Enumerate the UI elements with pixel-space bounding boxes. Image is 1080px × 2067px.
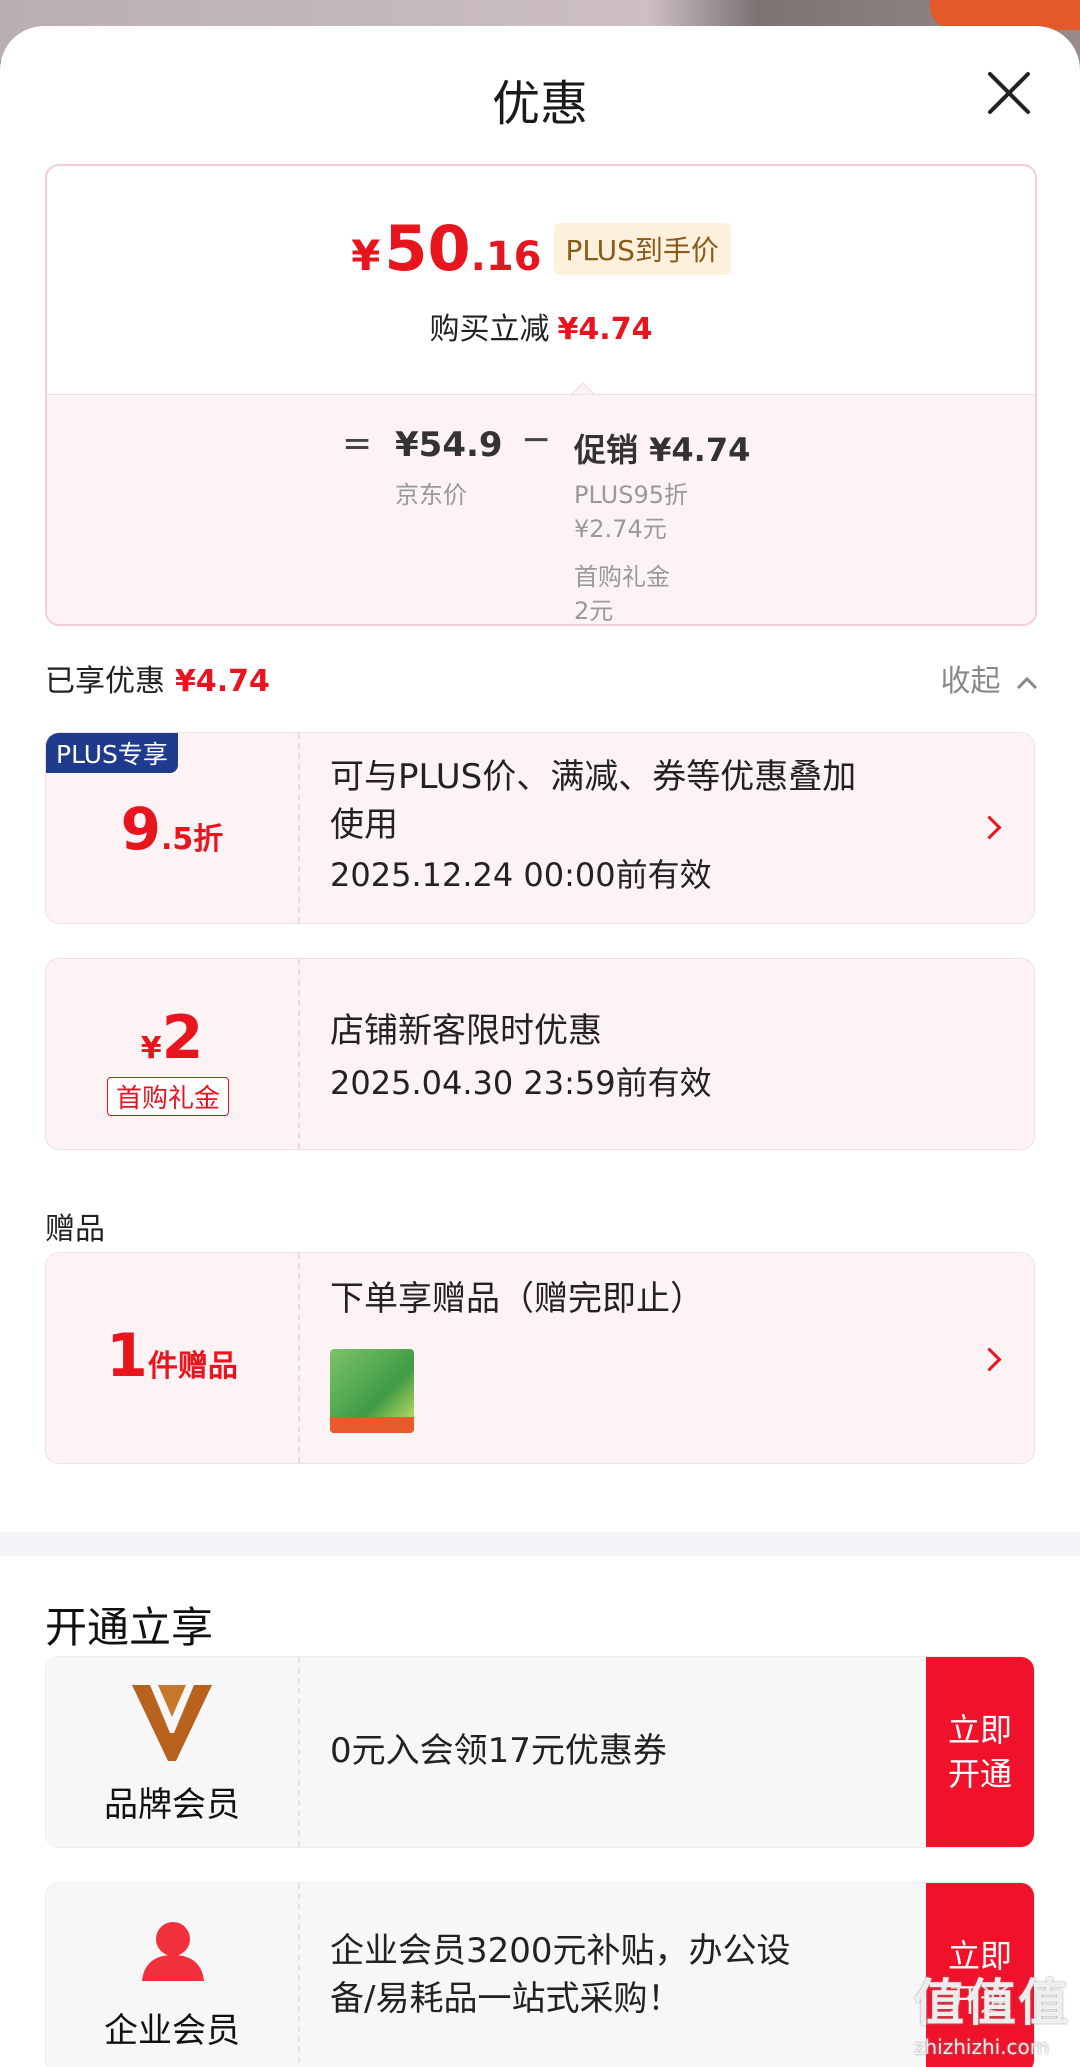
- enterprise-member-icon-area: 企业会员: [46, 1883, 300, 2067]
- promo-detail-plus: PLUS95折: [574, 481, 688, 509]
- minus-sign: −: [521, 419, 552, 460]
- discount-rate: 9.5折: [120, 795, 224, 863]
- enjoyed-value: ¥4.74: [175, 664, 270, 699]
- brand-member-v-icon: [132, 1685, 212, 1761]
- gift-money-desc: 店铺新客限时优惠: [330, 1011, 602, 1051]
- price-decimal: .16: [470, 234, 542, 280]
- plus-discount-card[interactable]: PLUS专享 9.5折 可与PLUS价、满减、券等优惠叠加 使用 2025.12…: [45, 732, 1035, 924]
- plus-discount-desc-line2: 使用: [330, 805, 398, 845]
- jd-price-label: 京东价: [395, 481, 467, 509]
- sheet-title: 优惠: [491, 76, 588, 132]
- price-integer: 50: [384, 212, 471, 285]
- enterprise-member-label: 企业会员: [104, 2011, 240, 2051]
- price-breakdown: = ¥54.9 京东价 − 促销 ¥4.74 PLUS95折 ¥2.74元 首购…: [47, 394, 1035, 625]
- sheet-header: 优惠: [0, 26, 1080, 156]
- gift-card[interactable]: 1件赠品 下单享赠品（赠完即止）: [45, 1252, 1035, 1464]
- first-purchase-tag: 首购礼金: [107, 1077, 230, 1116]
- brand-member-desc: 0元入会领17元优惠券: [330, 1731, 667, 1771]
- currency-symbol: ¥: [351, 231, 381, 280]
- gift-money-validity: 2025.04.30 23:59前有效: [330, 1064, 712, 1102]
- price-summary-card: ¥ 50 .16 PLUS到手价 购买立减 ¥4.74 = ¥54.9 京东价 −…: [45, 164, 1037, 626]
- instant-reduce-label: 购买立减: [429, 312, 550, 347]
- enjoyed-label: 已享优惠: [45, 664, 165, 699]
- collapse-label: 收起: [940, 664, 1001, 699]
- gift-count-area: 1件赠品: [46, 1253, 300, 1463]
- watermark-url: zhizhizhi.com: [914, 2035, 1050, 2059]
- plus-discount-value-area: PLUS专享 9.5折: [46, 733, 300, 923]
- instant-reduce-row: 购买立减 ¥4.74: [47, 304, 1035, 348]
- equals-sign: =: [342, 423, 373, 464]
- brand-member-open-button[interactable]: 立即 开通: [926, 1657, 1034, 1847]
- section-divider: [0, 1532, 1080, 1556]
- instant-reduce-value: ¥4.74: [557, 312, 653, 347]
- enjoyed-discount: 已享优惠 ¥4.74: [45, 656, 270, 700]
- plus-exclusive-badge: PLUS专享: [46, 733, 178, 773]
- gift-money-amount: ¥2: [140, 1003, 204, 1073]
- gift-money-card[interactable]: ¥2 首购礼金 店铺新客限时优惠 2025.04.30 23:59前有效: [45, 958, 1035, 1150]
- gift-section-title: 赠品: [45, 1212, 105, 1247]
- plus-discount-desc-line1: 可与PLUS价、满减、券等优惠叠加: [330, 757, 857, 797]
- promo-detail-gift-amount: 2元: [574, 597, 614, 625]
- price-summary-top: ¥ 50 .16 PLUS到手价 购买立减 ¥4.74: [47, 166, 1035, 394]
- watermark: 值值值 zhizhizhi.com: [914, 1963, 1070, 2059]
- discount-sheet: 优惠 ¥ 50 .16 PLUS到手价 购买立减 ¥4.74 = ¥54.9 京…: [0, 26, 1080, 2067]
- promo-detail-plus-amount: ¥2.74元: [574, 515, 667, 543]
- plus-discount-validity: 2025.12.24 00:00前有效: [330, 856, 712, 894]
- collapse-toggle[interactable]: 收起: [940, 656, 1038, 700]
- person-icon: [142, 1922, 204, 1981]
- brand-member-label: 品牌会员: [104, 1785, 240, 1825]
- close-icon[interactable]: [986, 70, 1032, 116]
- plus-price-tag: PLUS到手价: [553, 223, 731, 275]
- chevron-up-icon: [1016, 676, 1038, 689]
- chevron-right-icon: [977, 1347, 1002, 1372]
- gift-desc: 下单享赠品（赠完即止）: [330, 1279, 704, 1319]
- gift-money-value-area: ¥2 首购礼金: [46, 959, 300, 1149]
- chevron-right-icon: [977, 815, 1002, 840]
- enterprise-member-card: 企业会员 企业会员3200元补贴，办公设 备/易耗品一站式采购！ 立即 开通: [45, 1882, 1035, 2067]
- final-price-row: ¥ 50 .16 PLUS到手价: [47, 212, 1035, 285]
- gift-thumbnail[interactable]: [330, 1349, 414, 1433]
- jd-price: ¥54.9: [395, 425, 503, 465]
- watermark-logo: 值值值: [914, 1974, 1070, 2032]
- final-price: ¥ 50 .16: [351, 212, 541, 285]
- open-section-title: 开通立享: [45, 1603, 214, 1652]
- brand-member-card: 品牌会员 0元入会领17元优惠券 立即 开通: [45, 1656, 1035, 1848]
- promo-total: 促销 ¥4.74: [574, 431, 751, 469]
- enterprise-member-desc-line1: 企业会员3200元补贴，办公设: [330, 1931, 791, 1971]
- brand-member-icon-area: 品牌会员: [46, 1657, 300, 1847]
- promo-detail-gift: 首购礼金: [574, 563, 670, 591]
- gift-count: 1件赠品: [106, 1321, 238, 1391]
- enterprise-member-desc-line2: 备/易耗品一站式采购！: [330, 1979, 682, 2019]
